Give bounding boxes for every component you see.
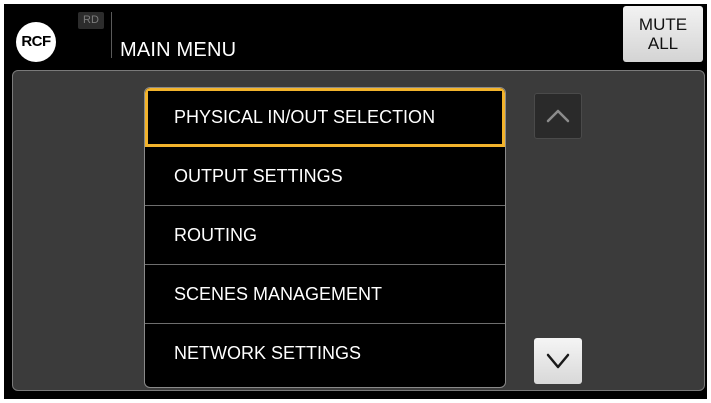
scroll-down-button[interactable] <box>534 338 582 384</box>
mute-all-button[interactable]: MUTE ALL <box>623 6 703 62</box>
header-divider <box>111 12 112 58</box>
header-bar: RCF RD MAIN MENU MUTE ALL <box>4 4 707 68</box>
mute-all-label-line2: ALL <box>647 34 679 53</box>
scroll-up-button[interactable] <box>534 93 582 139</box>
menu-item-scenes-management[interactable]: SCENES MANAGEMENT <box>145 265 505 324</box>
menu-item-physical-in-out-selection[interactable]: PHYSICAL IN/OUT SELECTION <box>145 88 505 147</box>
device-screen: RCF RD MAIN MENU MUTE ALL PHYSICAL IN/OU… <box>4 4 707 399</box>
main-panel: PHYSICAL IN/OUT SELECTION OUTPUT SETTING… <box>12 70 705 391</box>
menu-item-routing[interactable]: ROUTING <box>145 206 505 265</box>
menu-item-output-settings[interactable]: OUTPUT SETTINGS <box>145 147 505 206</box>
page-title: MAIN MENU <box>120 39 237 61</box>
rd-badge: RD <box>78 12 104 29</box>
chevron-down-icon <box>546 353 570 369</box>
menu-item-network-settings[interactable]: NETWORK SETTINGS <box>145 324 505 383</box>
chevron-up-icon <box>546 109 570 123</box>
mute-all-label-line1: MUTE <box>638 15 688 34</box>
menu-list: PHYSICAL IN/OUT SELECTION OUTPUT SETTING… <box>144 87 506 388</box>
rcf-logo: RCF <box>16 22 56 62</box>
